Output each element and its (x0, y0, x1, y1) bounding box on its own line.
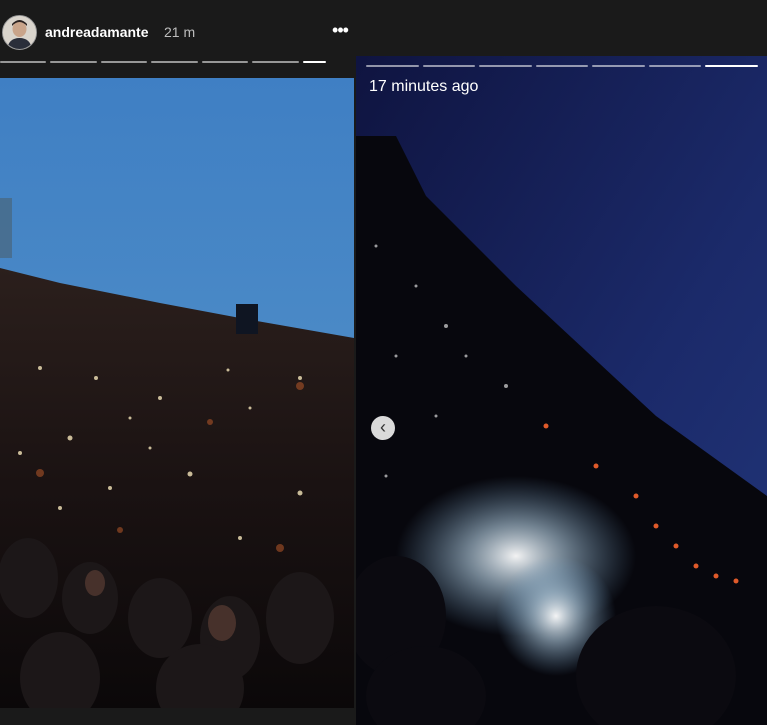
bottom-bar (0, 708, 354, 725)
progress-segment (50, 61, 97, 63)
story-progress-left (0, 61, 327, 63)
progress-segment-active (705, 65, 759, 67)
avatar-image (3, 16, 36, 49)
story-frame-left[interactable] (0, 78, 354, 708)
progress-segment (0, 61, 47, 63)
story-header: andreadamante 21 m ••• (0, 0, 767, 62)
story-progress-right (366, 65, 759, 67)
progress-segment (151, 61, 198, 63)
progress-segment-active (302, 61, 327, 63)
progress-segment (366, 65, 419, 67)
username[interactable]: andreadamante (45, 24, 148, 40)
post-time: 21 m (164, 24, 196, 40)
progress-segment (592, 65, 645, 67)
story-frame-right[interactable] (356, 56, 767, 725)
more-options-icon[interactable]: ••• (328, 18, 352, 42)
progress-segment (535, 65, 589, 67)
progress-segment (252, 61, 299, 63)
progress-segment (100, 61, 148, 63)
avatar[interactable] (2, 15, 37, 50)
story-time-ago: 17 minutes ago (369, 78, 479, 95)
progress-segment (422, 65, 476, 67)
progress-segment (201, 61, 249, 63)
concert-stage-image (356, 56, 767, 725)
concert-crowd-image (0, 78, 354, 708)
previous-story-icon[interactable]: ‹ (371, 416, 395, 440)
progress-segment (648, 65, 702, 67)
progress-segment (479, 65, 532, 67)
